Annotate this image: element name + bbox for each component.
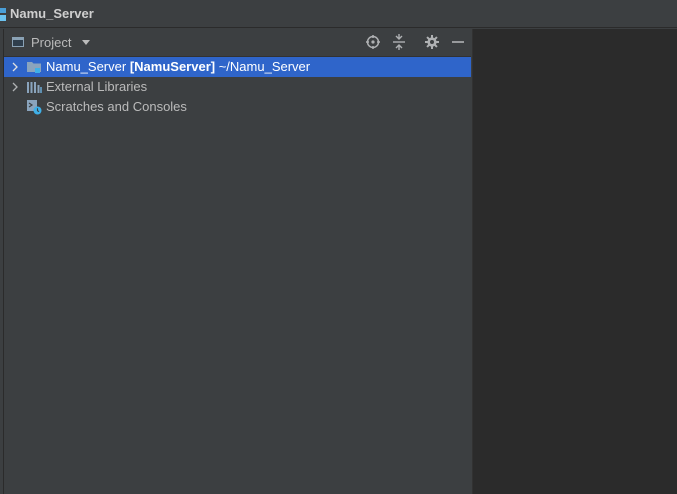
folder-icon [27,62,41,73]
title-bar: Namu_Server [0,0,677,28]
project-view-icon [12,37,24,47]
gear-icon[interactable] [424,34,440,50]
tree-item-scratches-and-consoles[interactable]: Scratches and Consoles [4,97,471,117]
editor-area[interactable] [472,29,677,494]
window-title: Namu_Server [10,6,94,21]
tree-item-namu-server[interactable]: Namu_Server [NamuServer] ~/Namu_Server [4,57,471,77]
project-name: Namu_Server [46,59,127,74]
project-tree: Namu_Server [NamuServer] ~/Namu_Server E… [4,57,471,117]
chevron-right-icon[interactable] [10,82,20,92]
project-path: ~/Namu_Server [218,59,311,74]
minimize-icon[interactable] [450,34,466,50]
chevron-down-icon[interactable] [82,40,90,45]
libraries-icon [27,82,42,93]
app-icon [0,8,6,21]
project-panel-header: Project [4,29,471,57]
collapse-all-icon[interactable] [391,34,407,50]
scratches-icon [27,100,42,115]
project-view-selector[interactable]: Project [31,35,71,50]
tree-item-label: External Libraries [46,79,148,94]
chevron-right-icon[interactable] [10,62,20,72]
tree-item-label: Namu_Server [NamuServer] ~/Namu_Server [46,59,310,74]
tree-item-external-libraries[interactable]: External Libraries [4,77,471,97]
project-panel: Project Namu_Server [NamuServer] ~/Namu_… [4,29,471,494]
locate-icon[interactable] [365,34,381,50]
tree-item-label: Scratches and Consoles [46,99,187,114]
module-name: [NamuServer] [129,59,216,74]
